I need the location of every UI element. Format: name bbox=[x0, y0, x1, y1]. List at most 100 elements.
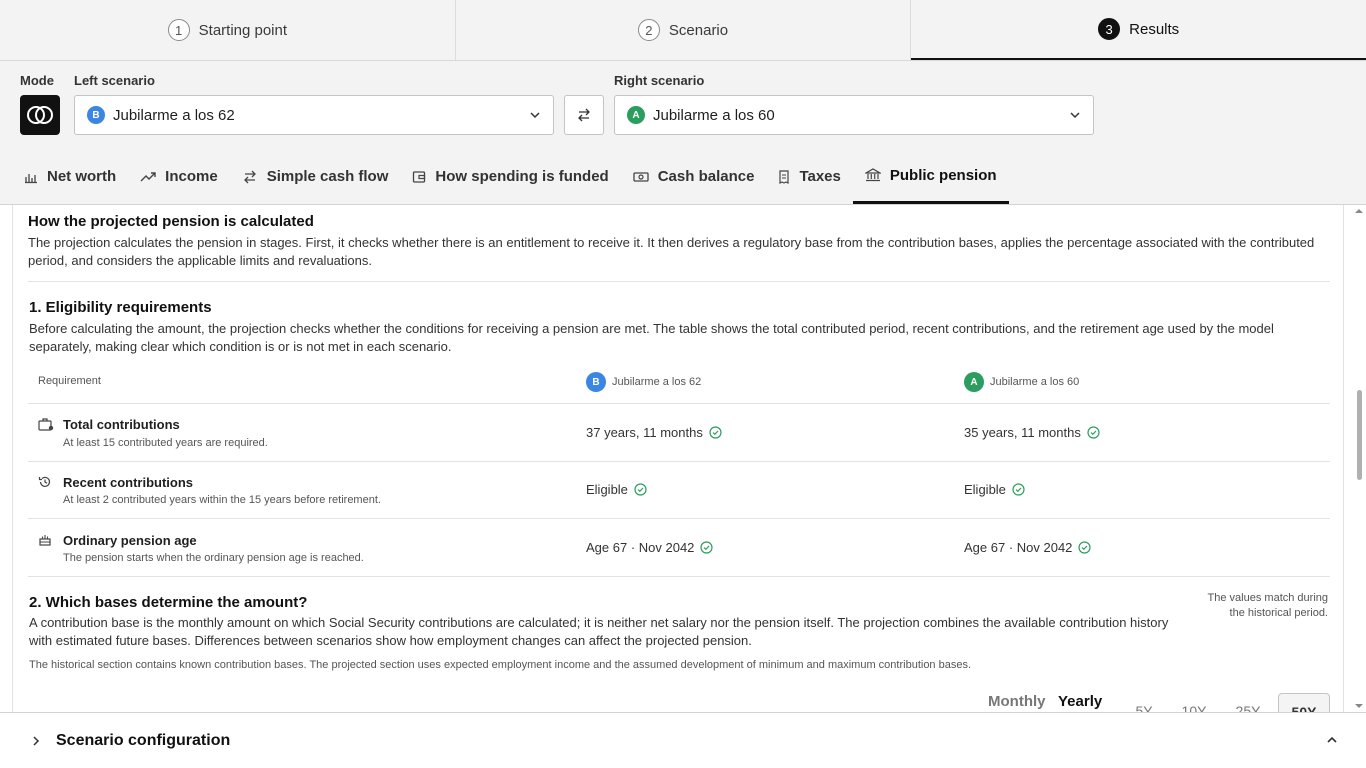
cash-icon bbox=[633, 171, 649, 182]
scroll-up-icon bbox=[1355, 209, 1363, 213]
section-title: How the projected pension is calculated bbox=[28, 213, 314, 230]
left-scenario-select[interactable]: B Jubilarme a los 62 bbox=[74, 95, 554, 135]
step-label: Results bbox=[1129, 20, 1180, 38]
range-10y-button[interactable]: 10Y bbox=[1168, 693, 1220, 712]
compare-mode-button[interactable] bbox=[20, 95, 60, 135]
scrollbar-thumb[interactable] bbox=[1357, 390, 1362, 480]
tab-cash-balance[interactable]: Cash balance bbox=[621, 149, 767, 204]
check-circle-icon bbox=[1012, 483, 1025, 496]
scenario-configuration-bar[interactable]: Scenario configuration bbox=[0, 712, 1366, 768]
range-50y-button[interactable]: 50Y bbox=[1278, 693, 1330, 712]
tab-income[interactable]: Income bbox=[128, 149, 230, 204]
row-subtitle: At least 2 contributed years within the … bbox=[63, 494, 381, 506]
requirement-header: Requirement bbox=[38, 375, 101, 387]
mode-label: Mode bbox=[20, 73, 54, 88]
tab-simple-cash-flow[interactable]: Simple cash flow bbox=[230, 149, 401, 204]
step-number: 1 bbox=[167, 19, 190, 41]
bar-chart-icon bbox=[25, 173, 37, 183]
step-number: 2 bbox=[637, 19, 660, 41]
row-subtitle: The pension starts when the ordinary pen… bbox=[63, 552, 364, 564]
bases-desc: A contribution base is the monthly amoun… bbox=[29, 615, 1169, 648]
scenario-configuration-title: Scenario configuration bbox=[56, 732, 231, 749]
tab-public-pension[interactable]: Public pension bbox=[852, 149, 1009, 204]
divider bbox=[28, 576, 1330, 577]
stepper: 1 Starting point 2 Scenario 3 Results bbox=[0, 0, 1366, 61]
eligibility-title: 1. Eligibility requirements bbox=[29, 299, 212, 316]
pension-age-b: Age 67 · Nov 2042 bbox=[586, 540, 714, 555]
eligibility-desc: Before calculating the amount, the proje… bbox=[29, 321, 1274, 354]
scenario-badge: B bbox=[586, 372, 606, 392]
overlap-circles-icon bbox=[27, 106, 53, 124]
tab-label: How spending is funded bbox=[435, 168, 609, 185]
intro-text: The projection calculates the pension in… bbox=[28, 235, 1315, 268]
swap-arrows-icon bbox=[243, 170, 256, 183]
receipt-icon bbox=[779, 169, 790, 184]
tab-label: Cash balance bbox=[657, 168, 755, 185]
trend-up-icon bbox=[140, 171, 156, 181]
historical-match-note: The values match during the historical p… bbox=[1207, 592, 1328, 619]
check-circle-icon bbox=[709, 426, 722, 439]
swap-scenarios-button[interactable] bbox=[564, 95, 604, 135]
scroll-down-icon bbox=[1355, 704, 1363, 708]
scenario-selector-bar: Mode Left scenario B Jubilarme a los 62 … bbox=[0, 61, 1366, 149]
range-25y-button[interactable]: 25Y bbox=[1222, 693, 1274, 712]
pension-age-a: Age 67 · Nov 2042 bbox=[964, 540, 1092, 555]
content-scrollbar[interactable] bbox=[1352, 205, 1366, 712]
range-5y-button[interactable]: 5Y bbox=[1118, 693, 1170, 712]
step-scenario[interactable]: 2 Scenario bbox=[456, 0, 912, 60]
briefcase-icon bbox=[38, 418, 54, 431]
scenario-badge: B bbox=[87, 106, 105, 124]
tab-label: Simple cash flow bbox=[266, 168, 389, 185]
step-label: Scenario bbox=[668, 21, 729, 39]
bases-footnote: The historical section contains known co… bbox=[29, 659, 972, 671]
chevron-down-icon bbox=[1070, 112, 1080, 119]
left-scenario-value: Jubilarme a los 62 bbox=[113, 106, 235, 124]
right-scenario-label: Right scenario bbox=[614, 73, 705, 88]
toggle-monthly[interactable]: Monthly bbox=[988, 693, 1046, 710]
chevron-up-icon bbox=[1327, 736, 1337, 743]
row-title: Recent contributions bbox=[63, 475, 194, 490]
column-header-a: A Jubilarme a los 60 bbox=[964, 372, 1079, 392]
scenario-badge: A bbox=[964, 372, 984, 392]
right-scenario-value: Jubilarme a los 60 bbox=[653, 106, 775, 124]
tab-label: Net worth bbox=[47, 168, 117, 185]
check-circle-icon bbox=[1087, 426, 1100, 439]
pension-content-panel: How the projected pension is calculated … bbox=[12, 205, 1344, 712]
recent-contributions-a: Eligible bbox=[964, 482, 1025, 497]
chevron-down-icon bbox=[530, 112, 540, 119]
cake-icon bbox=[39, 535, 51, 546]
history-icon bbox=[38, 476, 51, 487]
bases-title: 2. Which bases determine the amount? bbox=[29, 594, 308, 611]
row-subtitle: At least 15 contributed years are requir… bbox=[63, 437, 268, 449]
step-starting-point[interactable]: 1 Starting point bbox=[0, 0, 456, 60]
tab-net-worth[interactable]: Net worth bbox=[12, 149, 128, 204]
row-title: Ordinary pension age bbox=[63, 533, 197, 548]
divider bbox=[28, 403, 1330, 404]
tab-how-spending-is-funded[interactable]: How spending is funded bbox=[400, 149, 620, 204]
step-label: Starting point bbox=[198, 21, 288, 39]
tab-label: Public pension bbox=[889, 166, 997, 184]
right-scenario-select[interactable]: A Jubilarme a los 60 bbox=[614, 95, 1094, 135]
step-number: 3 bbox=[1098, 18, 1121, 40]
check-circle-icon bbox=[700, 541, 714, 554]
step-results[interactable]: 3 Results bbox=[911, 0, 1366, 60]
scenario-badge: A bbox=[627, 106, 645, 124]
wallet-icon bbox=[413, 170, 426, 183]
divider bbox=[28, 518, 1330, 519]
recent-contributions-b: Eligible bbox=[586, 482, 647, 497]
total-contributions-a: 35 years, 11 months bbox=[964, 425, 1100, 440]
results-tabs: Net worth Income Simple cash flow How sp… bbox=[0, 149, 1366, 205]
chevron-right-icon bbox=[33, 736, 40, 746]
divider bbox=[28, 461, 1330, 462]
swap-arrows-icon bbox=[578, 108, 590, 122]
bank-icon bbox=[864, 168, 881, 182]
total-contributions-b: 37 years, 11 months bbox=[586, 425, 722, 440]
column-header-b: B Jubilarme a los 62 bbox=[586, 372, 701, 392]
row-title: Total contributions bbox=[63, 417, 180, 432]
check-circle-icon bbox=[634, 483, 647, 496]
check-circle-icon bbox=[1078, 541, 1092, 554]
toggle-yearly[interactable]: Yearly bbox=[1058, 693, 1102, 710]
tab-label: Income bbox=[165, 168, 218, 185]
divider bbox=[28, 281, 1330, 282]
tab-taxes[interactable]: Taxes bbox=[766, 149, 852, 204]
